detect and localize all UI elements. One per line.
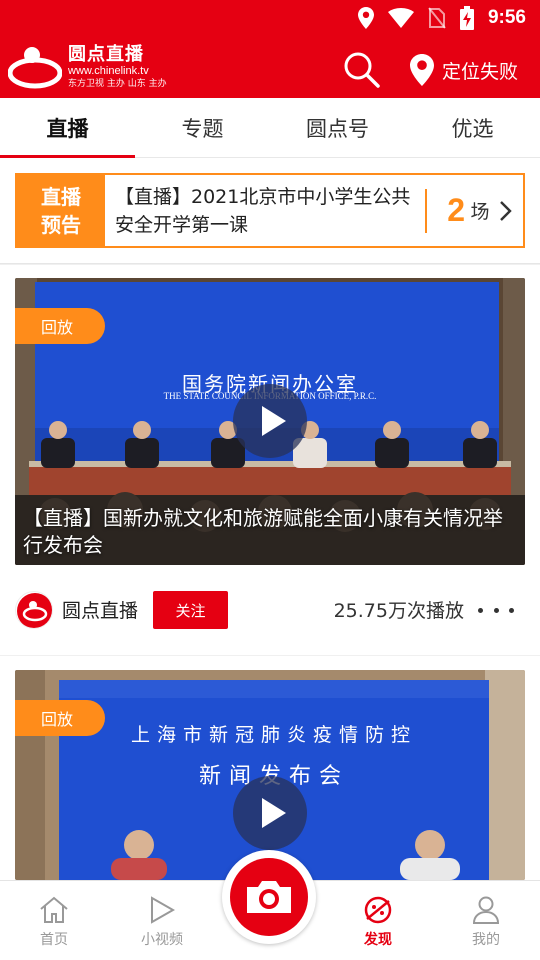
wifi-icon	[387, 8, 414, 28]
nav-short-video[interactable]: 小视频	[108, 881, 216, 960]
replay-tag: 回放	[15, 308, 105, 344]
video-meta-row: 圆点直播 关注 25.75万次播放	[0, 572, 540, 648]
tab-bar: 直播 专题 圆点号 优选	[0, 98, 540, 158]
nav-short-video-label: 小视频	[141, 932, 183, 948]
live-preview-banner[interactable]: 直播 预告 【直播】2021北京市中小学生公共安全开学第一课 2 场	[15, 173, 525, 248]
view-count: 25.75万次播放	[333, 600, 464, 622]
live-preview-section: 直播 预告 【直播】2021北京市中小学生公共安全开学第一课 2 场	[0, 158, 540, 264]
play-outline-icon	[151, 896, 176, 924]
live-preview-unit: 场	[470, 201, 490, 223]
battery-charging-icon	[459, 6, 474, 30]
location-label: 定位失败	[442, 60, 519, 83]
tab-topics[interactable]: 专题	[135, 98, 270, 158]
logo-url: www.chinelink.tv	[68, 64, 149, 77]
follow-button[interactable]: 关注	[153, 591, 228, 629]
nav-discover-label: 发现	[364, 932, 392, 948]
user-icon	[472, 896, 500, 924]
logo-title: 圆点直播	[68, 43, 144, 65]
no-sim-icon	[428, 7, 446, 29]
banner-title: 上海市新冠肺炎疫情防控	[130, 724, 417, 746]
nav-discover[interactable]: 发现	[324, 881, 432, 960]
play-icon[interactable]	[233, 776, 307, 850]
tab-live[interactable]: 直播	[0, 98, 135, 158]
channel-logo-icon	[17, 593, 52, 628]
badge-line-2: 预告	[41, 212, 81, 237]
discover-icon	[364, 896, 392, 924]
app-header: 9:56 圆点直播 www.chinelink.tv 东方卫视 主办 山东 主办…	[0, 0, 540, 98]
logo-subtitle: 东方卫视 主办 山东 主办	[68, 78, 167, 89]
location-button[interactable]: 定位失败	[410, 50, 518, 90]
badge-line-1: 直播	[41, 184, 81, 209]
home-icon	[40, 896, 68, 923]
nav-home-label: 首页	[40, 932, 68, 948]
nav-home[interactable]: 首页	[0, 881, 108, 960]
status-time: 9:56	[487, 7, 526, 28]
live-preview-text: 【直播】2021北京市中小学生公共安全开学第一课	[115, 185, 411, 236]
more-options-icon[interactable]	[478, 600, 514, 620]
chevron-right-icon	[500, 200, 512, 221]
channel-name[interactable]: 圆点直播	[62, 596, 138, 623]
location-icon	[357, 7, 374, 29]
nav-profile[interactable]: 我的	[432, 881, 540, 960]
play-icon[interactable]	[233, 384, 307, 458]
video-thumbnail[interactable]: 上海市新冠肺炎疫情防控 新闻发布会 回放	[15, 670, 525, 880]
search-button[interactable]	[342, 50, 382, 90]
avatar[interactable]	[15, 591, 53, 629]
tab-selected[interactable]: 优选	[405, 98, 540, 158]
status-bar: 9:56	[0, 0, 540, 36]
live-preview-badge: 直播 预告	[17, 175, 105, 246]
camera-icon	[247, 881, 291, 913]
replay-tag: 回放	[15, 700, 105, 736]
app-logo: 圆点直播 www.chinelink.tv 东方卫视 主办 山东 主办	[8, 40, 167, 94]
video-thumbnail[interactable]: 国务院新闻办公室 THE STATE COUNCIL INFORMATION O…	[15, 278, 525, 565]
camera-button[interactable]	[222, 850, 316, 944]
location-pin-icon	[410, 54, 434, 86]
search-icon	[344, 52, 380, 88]
tab-yuandian-accounts[interactable]: 圆点号	[270, 98, 405, 158]
nav-profile-label: 我的	[472, 932, 500, 948]
video-caption: 【直播】国新办就文化和旅游赋能全面小康有关情况举行发布会	[23, 506, 503, 557]
logo-mark-icon	[8, 47, 62, 89]
live-preview-count: 2	[447, 192, 465, 228]
